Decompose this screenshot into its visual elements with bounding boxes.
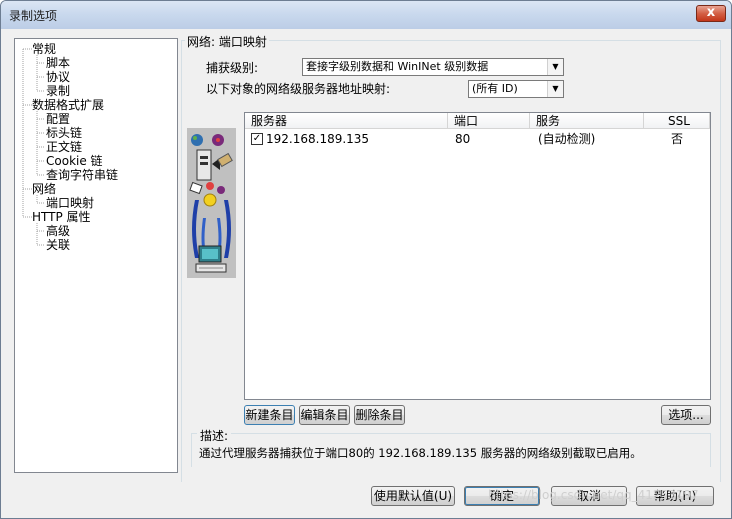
new-entry-button[interactable]: 新建条目 (244, 405, 295, 425)
tree-item-data-format-ext[interactable]: 数据格式扩展 (32, 98, 104, 112)
column-server[interactable]: 服务器 (245, 113, 448, 129)
group-title: 网络: 端口映射 (185, 33, 269, 50)
options-button[interactable]: 选项... (661, 405, 711, 425)
chevron-down-icon: ▼ (547, 81, 563, 97)
tree-item-correlation[interactable]: 关联 (46, 238, 70, 252)
edit-entry-button[interactable]: 编辑条目 (299, 405, 350, 425)
capture-level-select[interactable]: 套接字级别数据和 WinINet 级别数据 ▼ (302, 58, 564, 76)
tree-item-protocol[interactable]: 协议 (46, 70, 70, 84)
description-caption: 描述: (197, 427, 232, 444)
server-map-label: 以下对象的网络级服务器地址映射: (206, 82, 391, 96)
tree-item-recording[interactable]: 录制 (46, 84, 70, 98)
column-ssl[interactable]: SSL (644, 113, 710, 129)
title-bar[interactable]: 录制选项 x (1, 1, 731, 29)
tree-item-configuration[interactable]: 配置 (46, 112, 70, 126)
options-tree[interactable]: 常规 脚本 协议 录制 数据格式扩展 配置 标头链 正文链 Cookie 链 查… (14, 38, 178, 473)
tree-item-http-properties[interactable]: HTTP 属性 (32, 210, 91, 224)
network-illustration (187, 128, 236, 278)
network-illustration-svg (189, 134, 233, 273)
tree-item-body-chain[interactable]: 正文链 (46, 140, 82, 154)
cell-port: 80 (455, 132, 471, 146)
delete-entry-button[interactable]: 删除条目 (354, 405, 405, 425)
description-text: 通过代理服务器捕获位于端口80的 192.168.189.135 服务器的网络级… (199, 446, 642, 460)
row-enabled-checkbox[interactable]: ✓ (251, 133, 263, 145)
cell-service: (自动检测) (538, 132, 596, 146)
recording-options-dialog: 录制选项 x 常规 脚本 协议 录制 数据格式扩展 配置 标头链 正文链 Coo… (0, 0, 732, 519)
server-map-select[interactable]: (所有 ID) ▼ (468, 80, 564, 98)
capture-level-value: 套接字级别数据和 WinINet 级别数据 (306, 60, 489, 73)
cell-server: 192.168.189.135 (266, 132, 370, 146)
list-header: 服务器 端口 服务 SSL (245, 113, 710, 129)
cell-ssl: 否 (671, 132, 684, 146)
tree-item-script[interactable]: 脚本 (46, 56, 70, 70)
tree-item-cookie-chain[interactable]: Cookie 链 (46, 154, 103, 168)
blue-connector-icon (192, 200, 199, 258)
capture-level-label: 捕获级别: (206, 61, 259, 75)
tree-item-query-string-chain[interactable]: 查询字符串链 (46, 168, 118, 182)
globe-icon (191, 134, 203, 146)
column-service[interactable]: 服务 (530, 113, 644, 129)
tree-item-port-mapping[interactable]: 端口映射 (46, 196, 94, 210)
chevron-down-icon: ▼ (547, 59, 563, 75)
table-row[interactable]: ✓ 192.168.189.135 80 (自动检测) 否 (245, 131, 710, 147)
column-port[interactable]: 端口 (448, 113, 530, 129)
server-mapping-list[interactable]: 服务器 端口 服务 SSL ✓ 192.168.189.135 80 (自动检测… (244, 112, 711, 400)
window-title: 录制选项 (9, 9, 58, 23)
server-map-value: (所有 ID) (472, 82, 518, 95)
close-button[interactable]: x (696, 5, 726, 22)
watermark-text: https://blog.csdn.net/qq_41253197 (488, 488, 699, 502)
tree-item-header-chain[interactable]: 标头链 (46, 126, 82, 140)
tree-item-general[interactable]: 常规 (32, 42, 56, 56)
use-default-button[interactable]: 使用默认值(U) (371, 486, 455, 506)
tree-item-advanced[interactable]: 高级 (46, 224, 70, 238)
tree-item-network[interactable]: 网络 (32, 182, 56, 196)
